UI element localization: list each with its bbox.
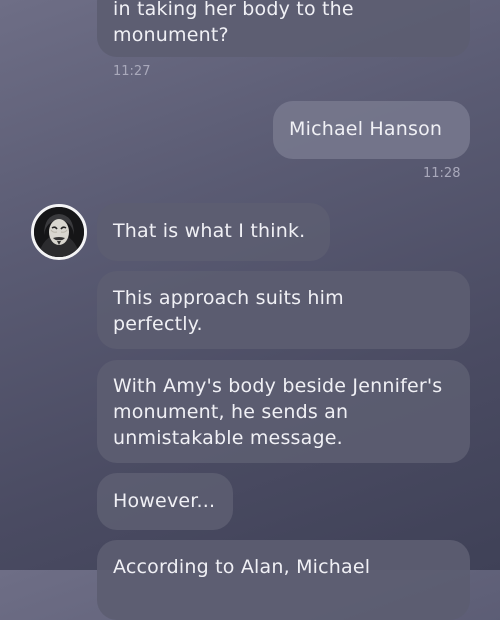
contact-avatar[interactable] [31, 204, 87, 260]
incoming-message-bubble[interactable]: This approach suits him perfectly. [97, 271, 470, 349]
message-timestamp: 11:27 [113, 64, 151, 79]
incoming-message-bubble[interactable]: According to Alan, Michael [97, 540, 470, 620]
message-text: However... [113, 490, 216, 512]
message-timestamp: 11:28 [423, 166, 461, 181]
message-text: With Amy's body beside Jennifer's monume… [113, 375, 443, 449]
message-text: in taking her body to the monument? [113, 0, 354, 46]
message-text: According to Alan, Michael [113, 556, 371, 578]
incoming-message-bubble[interactable]: in taking her body to the monument? [97, 0, 470, 57]
message-text: Michael Hanson [289, 118, 443, 140]
incoming-message-bubble[interactable]: That is what I think. [97, 203, 330, 261]
message-text: This approach suits him perfectly. [113, 287, 344, 335]
incoming-message-bubble[interactable]: With Amy's body beside Jennifer's monume… [97, 360, 470, 463]
outgoing-message-bubble[interactable]: Michael Hanson [273, 101, 470, 159]
chat-thread: in taking her body to the monument? 11:2… [0, 0, 500, 620]
masked-figure-icon [34, 207, 84, 257]
message-text: That is what I think. [113, 220, 306, 242]
incoming-message-bubble[interactable]: However... [97, 473, 233, 530]
